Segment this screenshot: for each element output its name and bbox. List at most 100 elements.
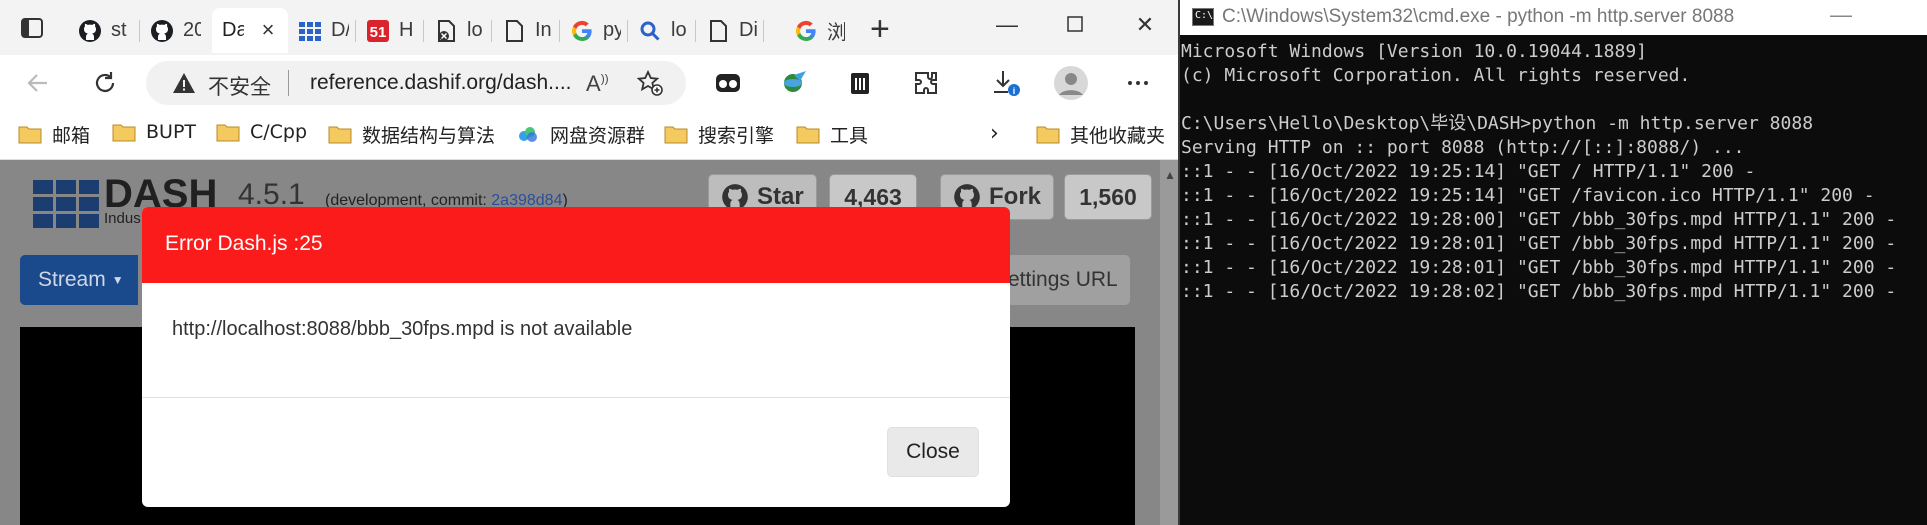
security-label[interactable]: 不安全: [208, 71, 271, 101]
caret-down-icon: ▼: [111, 273, 124, 287]
page-icon: [502, 19, 526, 43]
close-window-button[interactable]: ✕: [1130, 10, 1160, 40]
cmd-window: C:\ C:\Windows\System32\cmd.exe - python…: [1180, 0, 1927, 525]
terminal-line: Serving HTTP on :: port 8088 (http://[::…: [1181, 137, 1745, 158]
tab-label: 浏: [827, 20, 845, 44]
close-button[interactable]: Close: [887, 427, 979, 477]
tab-label: lo: [671, 19, 687, 41]
tab[interactable]: lo: [628, 8, 696, 53]
read-aloud-icon[interactable]: A)): [586, 71, 609, 97]
page-icon: [706, 19, 730, 43]
tracking-extension-icon[interactable]: [712, 67, 744, 99]
url-text[interactable]: reference.dashif.org/dash....: [310, 71, 572, 95]
bookmark-folder[interactable]: 其他收藏夹: [1036, 121, 1165, 148]
terminal-output[interactable]: Microsoft Windows [Version 10.0.19044.18…: [1181, 40, 1925, 304]
folder-icon: [664, 125, 688, 144]
maximize-button[interactable]: [1060, 10, 1090, 40]
tab-label: st: [111, 19, 127, 41]
terminal-line: (c) Microsoft Corporation. All rights re…: [1181, 65, 1691, 86]
tab[interactable]: py: [560, 8, 628, 53]
error-dialog: Error Dash.js :25 http://localhost:8088/…: [142, 207, 1010, 507]
terminal-line: ::1 - - [16/Oct/2022 19:28:00] "GET /bbb…: [1181, 209, 1897, 230]
tab-label: H: [399, 19, 414, 41]
bookmark-item[interactable]: 网盘资源群: [516, 121, 645, 148]
tab-label: Di: [739, 19, 757, 41]
github-icon: [150, 19, 174, 43]
terminal-line: ::1 - - [16/Oct/2022 19:28:02] "GET /bbb…: [1181, 281, 1897, 302]
add-favorite-icon[interactable]: [636, 69, 664, 102]
folder-icon: [328, 125, 352, 144]
globe-extension-icon[interactable]: [778, 67, 810, 99]
back-button[interactable]: [22, 67, 54, 99]
stream-dropdown-button[interactable]: Stream ▼: [20, 255, 138, 305]
scrollbar[interactable]: [1160, 160, 1178, 525]
folder-icon: [216, 123, 240, 142]
folder-icon: [18, 125, 42, 144]
refresh-button[interactable]: [89, 67, 121, 99]
terminal-line: Microsoft Windows [Version 10.0.19044.18…: [1181, 41, 1647, 62]
dash-logo-icon: [33, 180, 99, 235]
dialog-header: Error Dash.js :25: [142, 207, 1010, 283]
tab[interactable]: In: [492, 8, 560, 53]
tab[interactable]: st: [68, 8, 140, 53]
fork-count[interactable]: 1,560: [1064, 174, 1152, 220]
folder-icon: [796, 125, 820, 144]
close-icon[interactable]: ×: [258, 19, 278, 41]
bookmarks-bar: 邮箱 BUPT C/Cpp 数据结构与算法 网盘资源群 搜索引擎 工具 › 其他…: [0, 110, 1178, 160]
folder-icon: [1036, 125, 1060, 144]
51-icon: 51: [366, 19, 390, 43]
tab-label: Da: [222, 19, 244, 41]
tab-strip: st 20 Da × D/ 51 H lo In py lo Di 浏 + — …: [0, 0, 1178, 55]
extensions-icon[interactable]: [910, 67, 942, 99]
bookmark-folder[interactable]: C/Cpp: [216, 121, 307, 143]
github-icon: [78, 19, 102, 43]
tab-actions-icon[interactable]: [20, 16, 44, 40]
tab-label: 20: [183, 19, 201, 41]
chevron-right-icon[interactable]: ›: [990, 121, 999, 146]
tab[interactable]: Di: [696, 8, 764, 53]
tab-label: In: [535, 19, 552, 41]
svg-text:51: 51: [370, 24, 387, 41]
bookmark-folder[interactable]: 邮箱: [18, 121, 90, 148]
minimize-button[interactable]: —: [992, 10, 1022, 40]
google-icon: [570, 19, 594, 43]
folder-icon: [112, 123, 136, 142]
bookmark-folder[interactable]: 数据结构与算法: [328, 121, 495, 148]
search-icon: [638, 19, 662, 43]
tab[interactable]: 51 H: [356, 8, 424, 53]
scroll-up-icon[interactable]: ▲: [1164, 168, 1176, 182]
avatar[interactable]: [1052, 64, 1090, 102]
minimize-button[interactable]: —: [1830, 2, 1852, 28]
dialog-title: Error Dash.js :25: [165, 232, 323, 255]
tab-active[interactable]: Da ×: [212, 8, 288, 53]
terminal-line: ::1 - - [16/Oct/2022 19:25:14] "GET /fav…: [1181, 185, 1875, 206]
address-bar[interactable]: 不安全 reference.dashif.org/dash.... A)): [146, 61, 686, 105]
new-tab-button[interactable]: +: [870, 12, 890, 46]
grid-icon: [298, 19, 322, 43]
cmd-title: C:\Windows\System32\cmd.exe - python -m …: [1222, 6, 1735, 27]
svg-text:i: i: [1013, 86, 1016, 96]
bookmark-folder[interactable]: 搜索引擎: [664, 121, 774, 148]
tab[interactable]: 浏: [786, 8, 854, 53]
tab-label: lo: [467, 19, 483, 41]
tab[interactable]: lo: [424, 8, 492, 53]
more-menu-icon[interactable]: [1122, 67, 1154, 99]
bookmark-folder[interactable]: BUPT: [112, 121, 196, 143]
tab[interactable]: 20: [140, 8, 212, 53]
cloud-icon: [516, 125, 540, 144]
terminal-line: ::1 - - [16/Oct/2022 19:28:01] "GET /bbb…: [1181, 257, 1897, 278]
blocked-page-icon: [434, 19, 458, 43]
cmd-title-bar: C:\ C:\Windows\System32\cmd.exe - python…: [1180, 0, 1927, 35]
dialog-message: http://localhost:8088/bbb_30fps.mpd is n…: [172, 318, 633, 340]
page-subtitle: Indus: [104, 210, 141, 227]
google-icon: [794, 19, 818, 43]
downloads-icon[interactable]: i: [990, 67, 1022, 99]
cmd-icon: C:\: [1192, 8, 1214, 26]
warning-icon[interactable]: [172, 71, 196, 95]
tab-label: D/: [331, 19, 349, 41]
bookmark-folder[interactable]: 工具: [796, 121, 868, 148]
clipboard-extension-icon[interactable]: [844, 67, 876, 99]
tab[interactable]: D/: [288, 8, 356, 53]
tab-label: py: [603, 19, 621, 41]
